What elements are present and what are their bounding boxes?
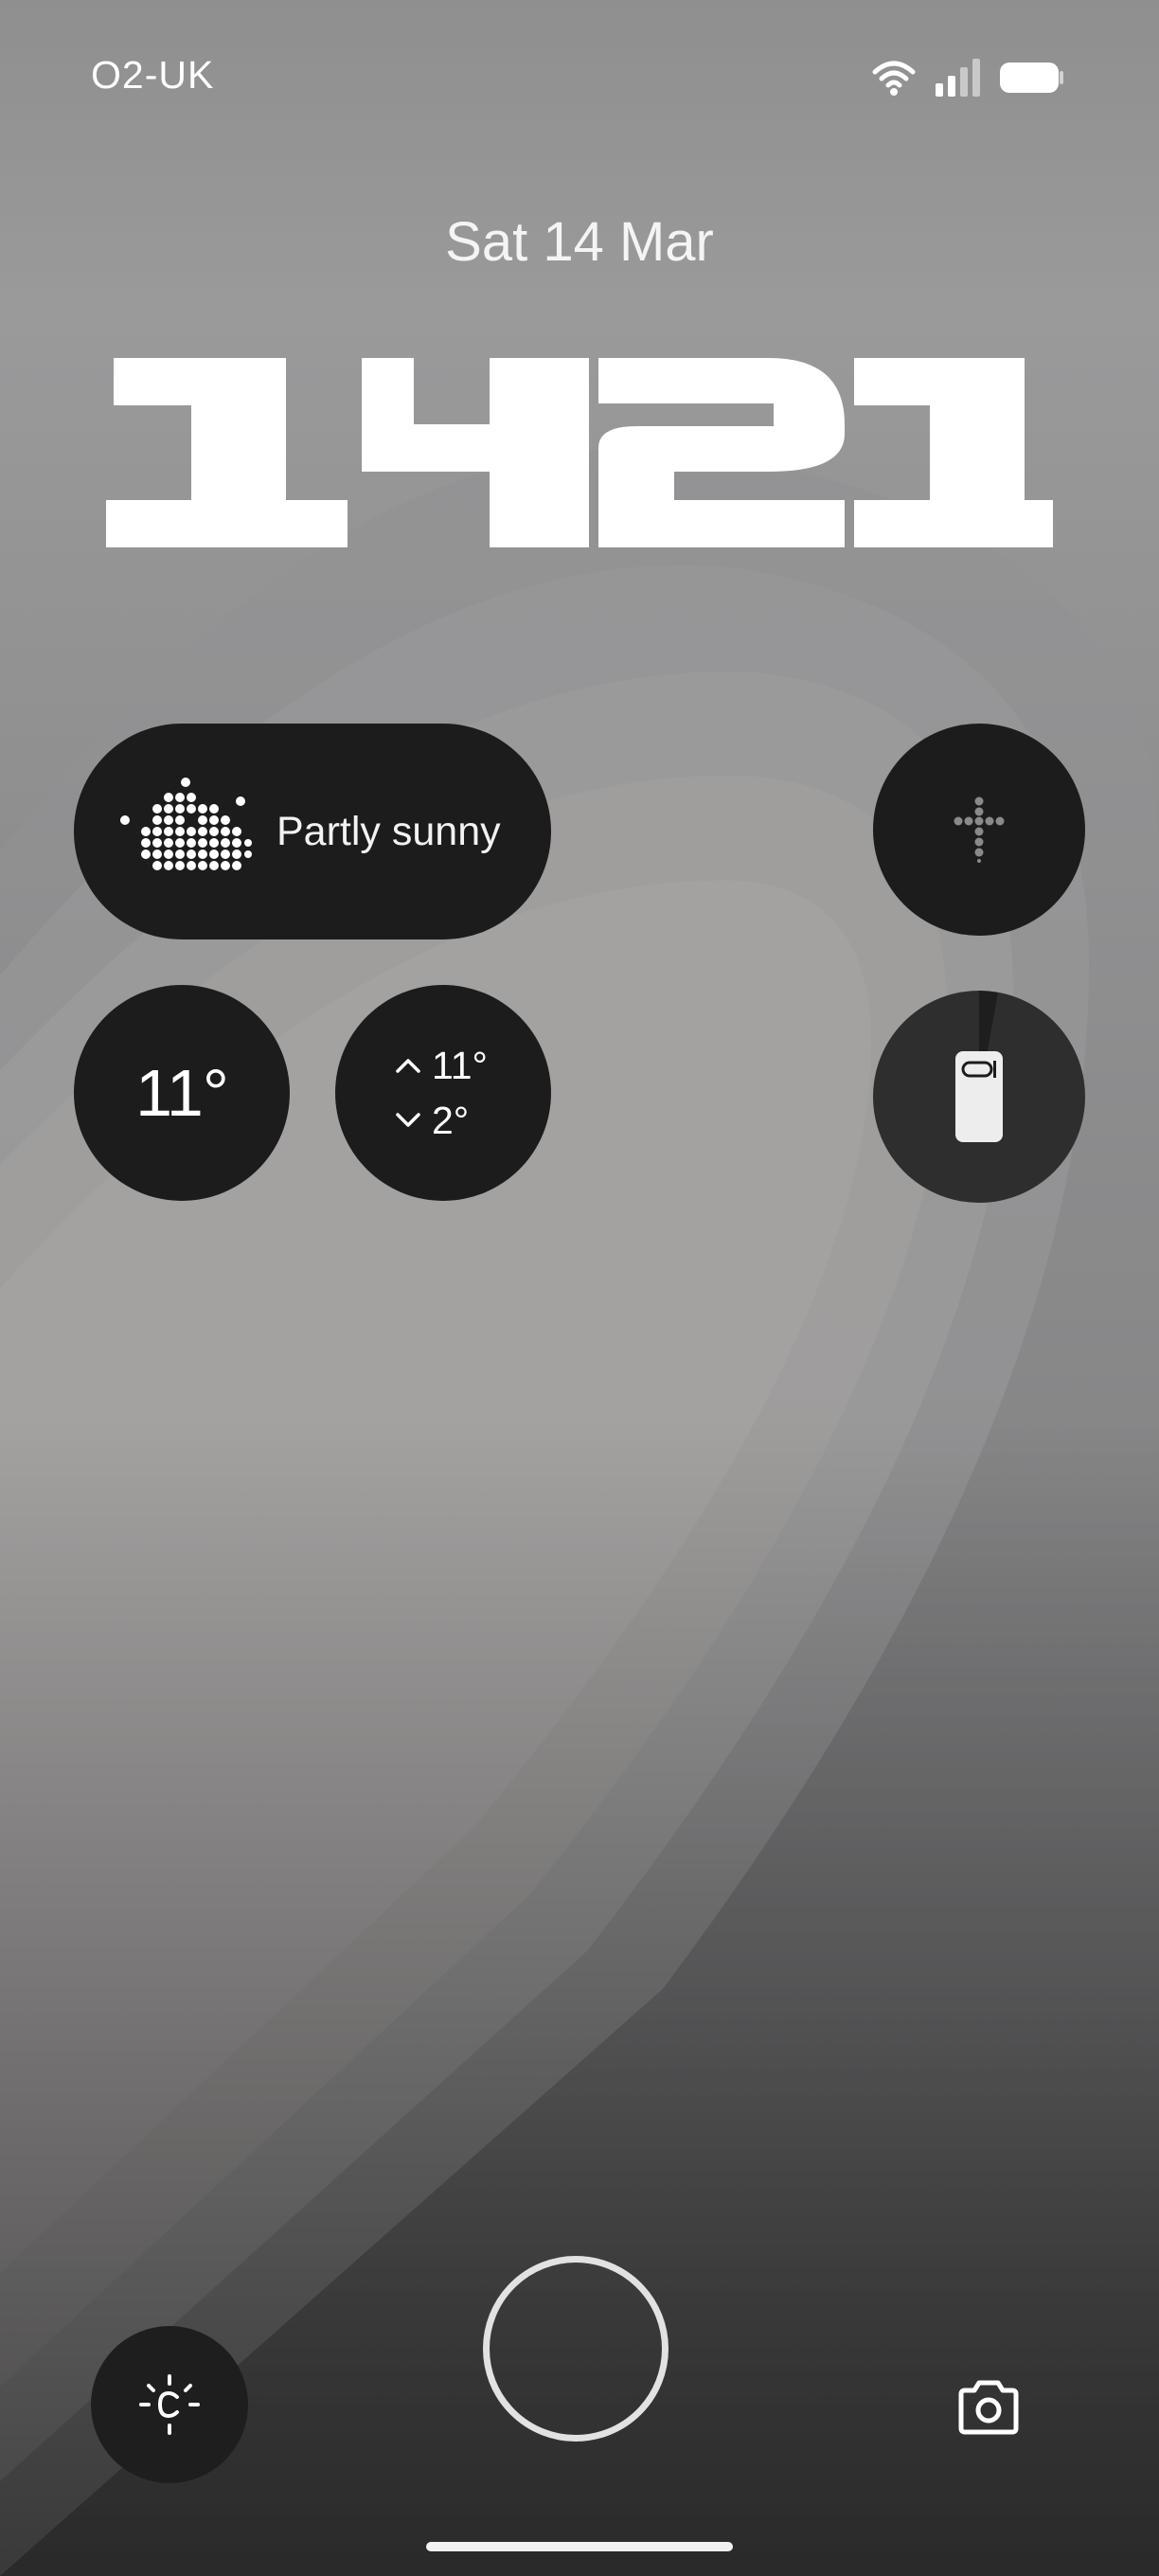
low-temp: 2° — [432, 1099, 470, 1142]
compass-widget[interactable] — [873, 724, 1085, 936]
high-temp-row: 11° — [335, 1038, 488, 1093]
high-temp: 11° — [432, 1044, 488, 1087]
compass-icon — [954, 796, 1005, 863]
weather-condition: Partly sunny — [276, 808, 501, 854]
digit-2 — [598, 358, 845, 547]
torch-icon — [139, 2374, 200, 2435]
device-battery-widget[interactable] — [873, 991, 1085, 1203]
current-temp-value: 11° — [135, 1056, 229, 1130]
current-temperature[interactable]: 11° — [74, 985, 290, 1201]
camera-button[interactable] — [907, 2326, 1070, 2489]
home-indicator[interactable] — [426, 2542, 733, 2551]
wifi-icon — [872, 61, 916, 96]
phone-battery-icon — [955, 1051, 1003, 1142]
carrier-label: O2-UK — [91, 53, 215, 97]
clock-digits — [106, 358, 1053, 547]
battery-icon — [1000, 63, 1063, 93]
chevron-down-icon — [396, 1113, 420, 1127]
low-temp-row: 2° — [335, 1093, 469, 1148]
chevron-up-icon — [396, 1059, 420, 1073]
status-icons — [871, 55, 1064, 100]
torch-button[interactable] — [91, 2326, 248, 2483]
lock-clock: 1421 — [106, 358, 1053, 547]
fingerprint-sensor[interactable] — [483, 2256, 669, 2442]
temperature-range[interactable]: 11° 2° — [335, 985, 551, 1201]
lock-date: Sat 14 Mar — [445, 211, 714, 273]
weather-widget[interactable]: Partly sunny — [74, 724, 551, 939]
camera-icon — [958, 2380, 1019, 2435]
digit-1b — [854, 358, 939, 405]
signal-icon — [936, 59, 980, 97]
partly-sunny-icon — [120, 778, 252, 870]
